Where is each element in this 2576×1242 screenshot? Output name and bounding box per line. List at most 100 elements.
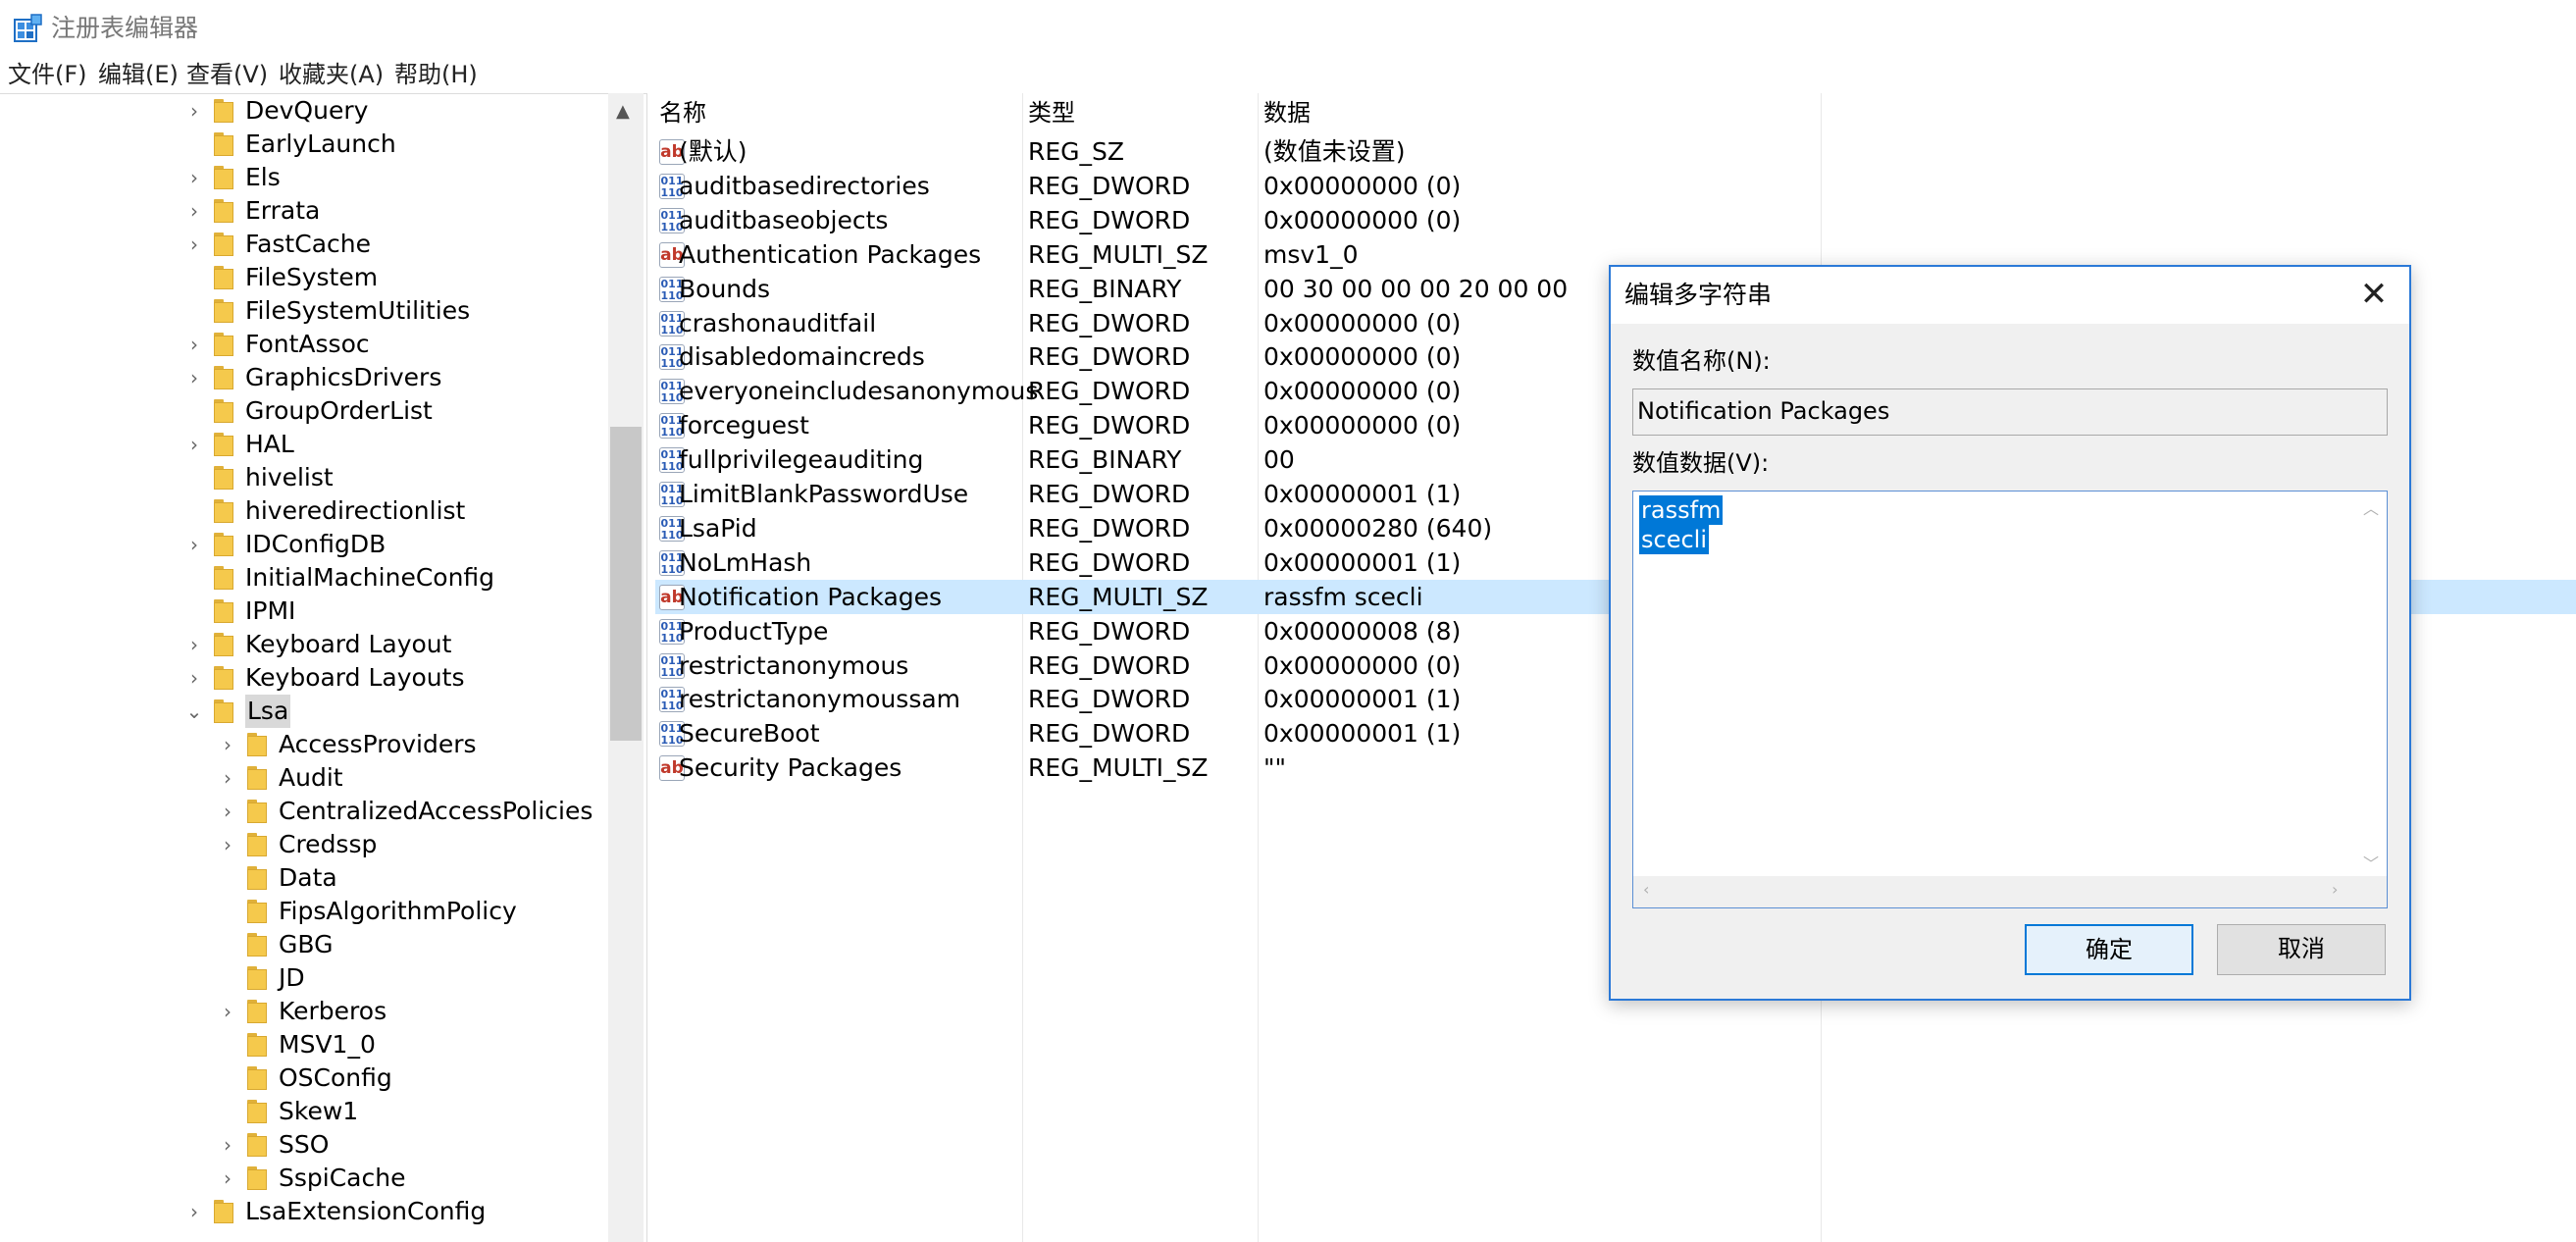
folder-icon: [247, 866, 267, 890]
tree-item[interactable]: Data: [0, 861, 608, 895]
cell-data: 00: [1263, 445, 1295, 475]
chevron-right-icon[interactable]: ›: [218, 734, 237, 755]
chevron-right-icon[interactable]: ›: [218, 1001, 237, 1022]
tree-item[interactable]: InitialMachineConfig: [0, 561, 608, 595]
tree-item[interactable]: › Kerberos: [0, 995, 608, 1028]
tree-item[interactable]: › AccessProviders: [0, 728, 608, 761]
tree-item[interactable]: › FastCache: [0, 228, 608, 261]
tree-item[interactable]: › DevQuery: [0, 94, 608, 128]
column-header-data[interactable]: 数据: [1263, 97, 1311, 129]
chevron-right-icon[interactable]: ›: [184, 334, 204, 355]
folder-icon: [214, 333, 233, 356]
scroll-down-icon[interactable]: ﹀: [2363, 851, 2379, 874]
scroll-right-icon[interactable]: ›: [2332, 880, 2338, 899]
tree-item[interactable]: MSV1_0: [0, 1028, 608, 1061]
chevron-right-icon[interactable]: ›: [218, 801, 237, 822]
tree-item-label: SSO: [279, 1130, 330, 1159]
tree-item[interactable]: IPMI: [0, 595, 608, 628]
data-line-2[interactable]: scecli: [1639, 525, 1709, 554]
chevron-right-icon[interactable]: ›: [184, 233, 204, 255]
menu-view[interactable]: 查看(V): [186, 59, 268, 90]
menu-favorites[interactable]: 收藏夹(A): [279, 59, 384, 90]
tree-item[interactable]: › Credssp: [0, 828, 608, 861]
value-data-textarea[interactable]: rassfm scecli ︿ ﹀ ‹ ›: [1632, 491, 2388, 908]
tree-item[interactable]: hiveredirectionlist: [0, 494, 608, 528]
tree-item-label: Lsa: [245, 695, 291, 728]
tree-item-label: MSV1_0: [279, 1030, 376, 1059]
cell-data: 00 30 00 00 00 20 00 00: [1263, 274, 1569, 303]
data-line-1[interactable]: rassfm: [1639, 495, 1724, 525]
chevron-right-icon[interactable]: ›: [218, 1134, 237, 1156]
tree-item[interactable]: EarlyLaunch: [0, 128, 608, 161]
column-header-name[interactable]: 名称: [659, 97, 706, 129]
registry-tree[interactable]: › DevQuery EarlyLaunch › Els › Errata › FastCach…: [0, 93, 647, 1242]
list-row[interactable]: 011 110 auditbaseobjects REG_DWORD 0x0000000…: [655, 203, 2576, 237]
tree-item[interactable]: › Els: [0, 161, 608, 194]
tree-scrollbar[interactable]: ▲: [608, 93, 644, 1242]
edit-multi-string-dialog: 编辑多字符串 ✕ 数值名称(N): Notification Packages …: [1609, 265, 2411, 1001]
tree-item[interactable]: › SspiCache: [0, 1162, 608, 1195]
textarea-horizontal-scrollbar[interactable]: ‹ ›: [1633, 876, 2387, 907]
cell-type: REG_DWORD: [1028, 650, 1191, 680]
tree-item[interactable]: › GraphicsDrivers: [0, 361, 608, 394]
tree-item[interactable]: › SSO: [0, 1128, 608, 1162]
tree-item[interactable]: › Keyboard Layouts: [0, 661, 608, 695]
textarea-vertical-scrollbar[interactable]: ︿ ﹀: [2355, 492, 2387, 878]
cell-data: rassfm scecli: [1263, 582, 1423, 611]
tree-item[interactable]: › IDConfigDB: [0, 528, 608, 561]
folder-icon: [247, 1033, 267, 1057]
chevron-right-icon[interactable]: ›: [184, 367, 204, 388]
menu-edit[interactable]: 编辑(E): [98, 59, 179, 90]
tree-item[interactable]: Skew1: [0, 1095, 608, 1128]
chevron-right-icon[interactable]: ›: [184, 434, 204, 455]
chevron-right-icon[interactable]: ›: [184, 1201, 204, 1222]
tree-item-label: JD: [279, 963, 305, 992]
tree-item[interactable]: › Errata: [0, 194, 608, 228]
tree-item-label: Keyboard Layout: [245, 630, 452, 658]
tree-item[interactable]: GBG: [0, 928, 608, 961]
chevron-right-icon[interactable]: ›: [184, 634, 204, 655]
tree-item[interactable]: › LsaExtensionConfig: [0, 1195, 608, 1228]
value-name-field[interactable]: Notification Packages: [1632, 388, 2388, 436]
list-row[interactable]: ab (默认) REG_SZ (数值未设置): [655, 134, 2576, 169]
chevron-right-icon[interactable]: ›: [184, 100, 204, 122]
menu-file[interactable]: 文件(F): [8, 59, 87, 90]
list-row[interactable]: 011 110 auditbasedirectories REG_DWORD 0x000…: [655, 169, 2576, 203]
cancel-button[interactable]: 取消: [2217, 924, 2386, 975]
column-header-type[interactable]: 类型: [1028, 97, 1075, 129]
cell-name: NoLmHash: [679, 547, 812, 577]
scroll-up-icon[interactable]: ︿: [2363, 495, 2379, 519]
cell-type: REG_DWORD: [1028, 513, 1191, 543]
menu-help[interactable]: 帮助(H): [394, 59, 478, 90]
tree-item[interactable]: › Audit: [0, 761, 608, 795]
scroll-thumb[interactable]: [610, 427, 642, 741]
scroll-up-icon[interactable]: ▲: [616, 101, 630, 122]
cell-data: 0x00000001 (1): [1263, 480, 1462, 508]
tree-item[interactable]: FipsAlgorithmPolicy: [0, 895, 608, 928]
cell-type: REG_MULTI_SZ: [1028, 753, 1209, 783]
tree-item[interactable]: OSConfig: [0, 1061, 608, 1095]
chevron-right-icon[interactable]: ›: [218, 1167, 237, 1189]
close-icon[interactable]: ✕: [2352, 273, 2396, 316]
chevron-right-icon[interactable]: ›: [184, 200, 204, 222]
ok-button[interactable]: 确定: [2025, 924, 2193, 975]
tree-item[interactable]: › HAL: [0, 428, 608, 461]
tree-item-label: IDConfigDB: [245, 530, 386, 558]
tree-item[interactable]: hivelist: [0, 461, 608, 494]
tree-item[interactable]: › Keyboard Layout: [0, 628, 608, 661]
chevron-right-icon[interactable]: ›: [218, 767, 237, 789]
scroll-left-icon[interactable]: ‹: [1643, 880, 1649, 899]
chevron-right-icon[interactable]: ›: [218, 834, 237, 855]
tree-item[interactable]: JD: [0, 961, 608, 995]
tree-item[interactable]: FileSystem: [0, 261, 608, 294]
chevron-right-icon[interactable]: ›: [184, 167, 204, 188]
tree-item[interactable]: › CentralizedAccessPolicies: [0, 795, 608, 828]
tree-item[interactable]: GroupOrderList: [0, 394, 608, 428]
chevron-right-icon[interactable]: ›: [184, 667, 204, 689]
tree-item[interactable]: FileSystemUtilities: [0, 294, 608, 328]
chevron-right-icon[interactable]: ›: [184, 534, 204, 555]
tree-item[interactable]: › FontAssoc: [0, 328, 608, 361]
tree-item[interactable]: ⌄ Lsa: [0, 695, 608, 728]
folder-icon: [214, 399, 233, 423]
chevron-down-icon[interactable]: ⌄: [184, 700, 204, 722]
